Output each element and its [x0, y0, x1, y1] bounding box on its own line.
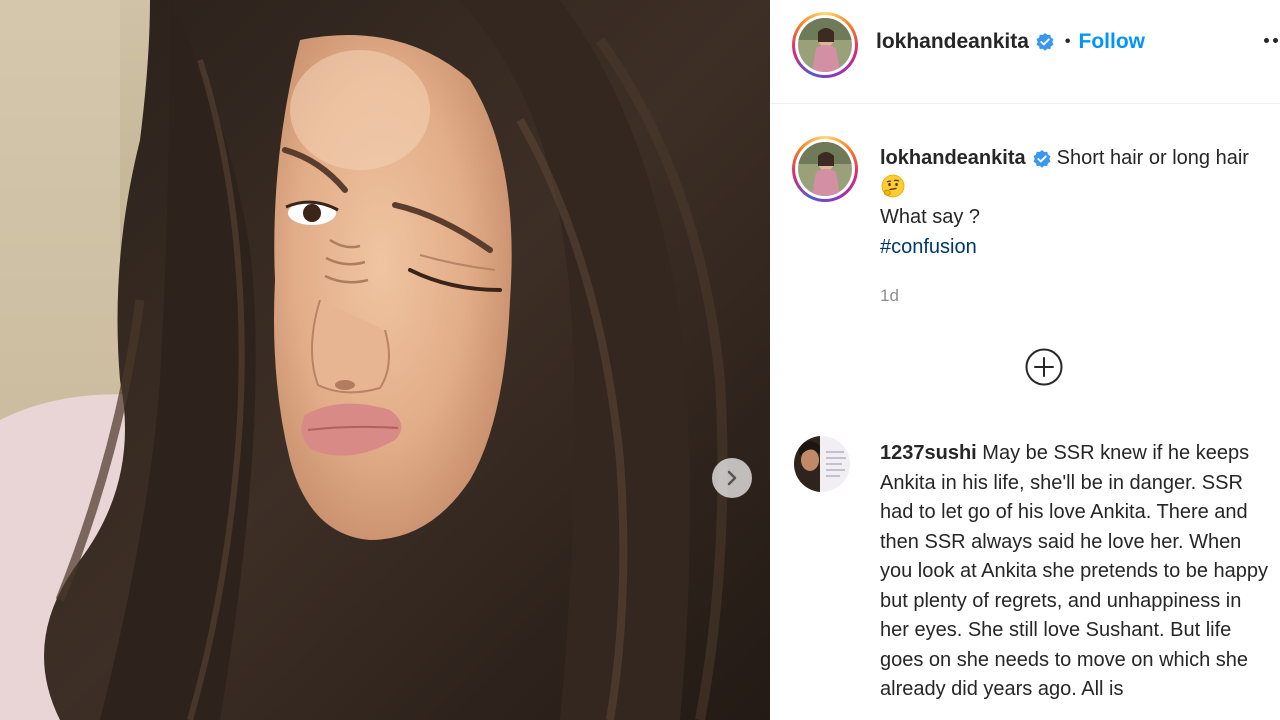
chevron-right-icon	[727, 470, 737, 486]
comment-username[interactable]: 1237sushi	[880, 442, 977, 464]
verified-badge-icon	[1033, 149, 1051, 168]
verified-badge-icon	[1036, 33, 1054, 51]
more-options-icon[interactable]	[1264, 38, 1280, 43]
profile-picture	[798, 18, 852, 72]
follow-button[interactable]: Follow	[1079, 30, 1146, 54]
hashtag-link[interactable]: #confusion	[880, 236, 977, 258]
username-link[interactable]: lokhandeankita	[876, 30, 1029, 54]
next-photo-button[interactable]	[712, 458, 752, 498]
post-caption: lokhandeankita Short hair or long hair W…	[880, 144, 1270, 262]
comment-text: May be SSR knew if he keeps Ankita in hi…	[880, 442, 1269, 700]
caption-line-2: What say ?	[880, 206, 981, 228]
commenter-profile-picture	[794, 436, 850, 492]
selfie-photo	[0, 0, 770, 720]
post-photo[interactable]	[0, 0, 770, 720]
post-timestamp[interactable]: 1d	[880, 286, 899, 306]
caption-avatar[interactable]	[792, 136, 858, 202]
thinking-face-emoji	[881, 174, 905, 197]
caption-text: Short hair or long hair	[1056, 147, 1249, 169]
post-header: lokhandeankita • Follow	[770, 0, 1280, 104]
post-sidebar: lokhandeankita • Follow lokhandeankita S…	[770, 0, 1280, 720]
profile-picture	[798, 142, 852, 196]
caption-username[interactable]: lokhandeankita	[880, 147, 1026, 169]
separator-dot: •	[1064, 33, 1071, 50]
comment-avatar[interactable]	[794, 436, 850, 492]
comment-item: 1237sushi May be SSR knew if he keeps An…	[880, 439, 1272, 705]
header-user-row: lokhandeankita • Follow	[876, 30, 1145, 54]
avatar[interactable]	[792, 12, 858, 78]
add-circle-icon[interactable]	[1024, 347, 1064, 387]
